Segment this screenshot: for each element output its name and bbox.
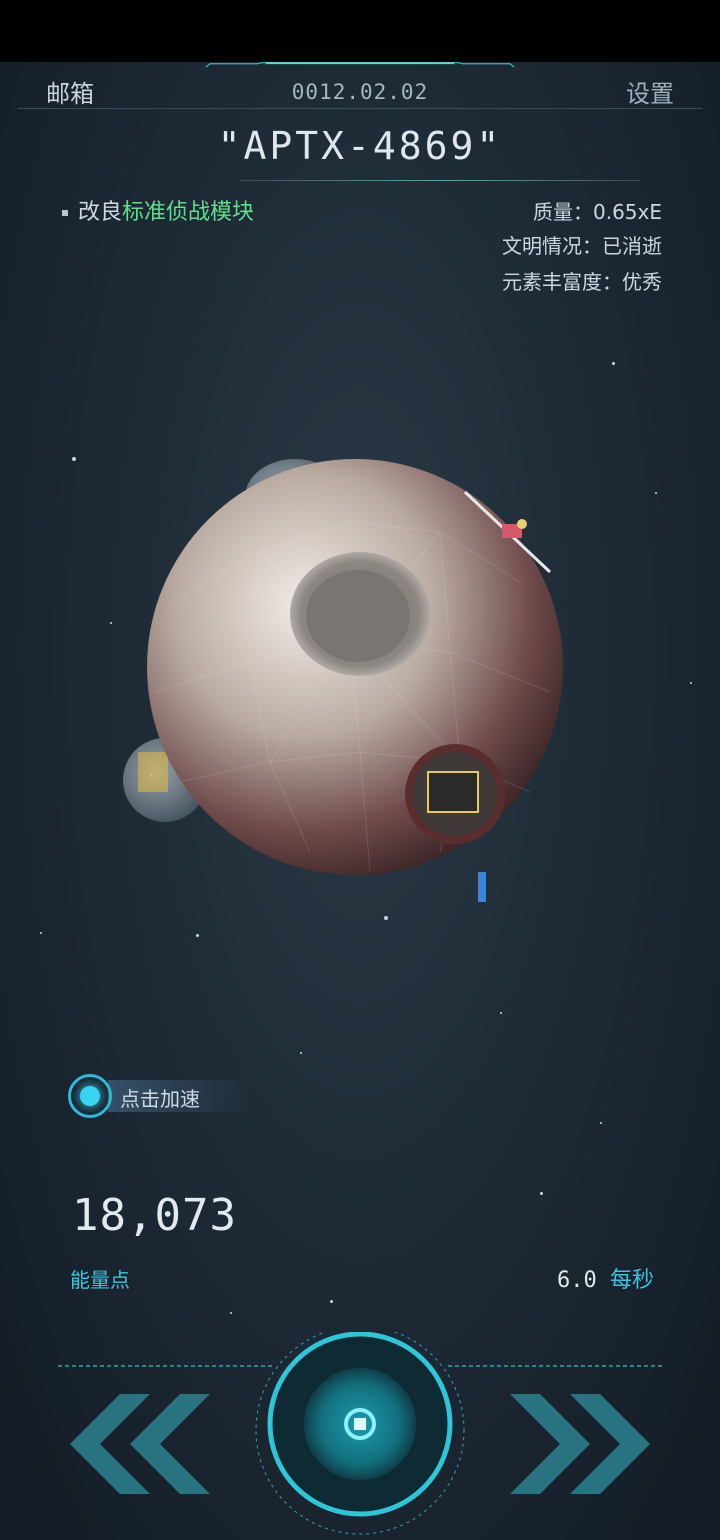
- game-screen: 邮箱 0012.02.02 设置 "APTX-4869" 改良标准侦战模块 质量…: [0, 62, 720, 1540]
- title-divider: [240, 180, 640, 181]
- bullet-icon: [62, 210, 68, 216]
- energy-rate: 6.0 每秒: [557, 1262, 654, 1294]
- settings-button[interactable]: 设置: [626, 74, 674, 109]
- top-frame-line: [205, 62, 515, 68]
- bottom-controls: [58, 1332, 662, 1535]
- module-name[interactable]: 标准侦战模块: [122, 200, 254, 225]
- center-target-button[interactable]: [255, 1332, 465, 1535]
- energy-value: 18,073: [72, 1190, 237, 1241]
- boost-label: 点击加速: [120, 1087, 200, 1111]
- prev-planet-button[interactable]: [70, 1394, 210, 1494]
- energy-rate-value: 6.0: [556, 1268, 597, 1293]
- planet-mass: 质量：0.65xE: [532, 200, 662, 224]
- next-planet-button[interactable]: [510, 1394, 650, 1494]
- status-bar: [0, 0, 720, 62]
- element-abundance: 元素丰富度：优秀: [502, 270, 662, 294]
- boost-button[interactable]: 点击加速: [68, 1074, 248, 1118]
- module-prefix: 改良: [78, 200, 123, 225]
- boost-icon: [68, 1074, 112, 1118]
- energy-label: 能量点: [70, 1268, 130, 1292]
- game-date: 0012.02.02: [291, 80, 429, 104]
- energy-rate-unit: 每秒: [609, 1268, 654, 1293]
- probe: [478, 872, 486, 902]
- planet-model[interactable]: [110, 402, 590, 902]
- header-divider: [18, 108, 702, 109]
- module-info: 改良标准侦战模块: [62, 194, 254, 226]
- civilization-status: 文明情况：已消逝: [502, 234, 662, 258]
- planet-name: "APTX-4869": [217, 124, 503, 168]
